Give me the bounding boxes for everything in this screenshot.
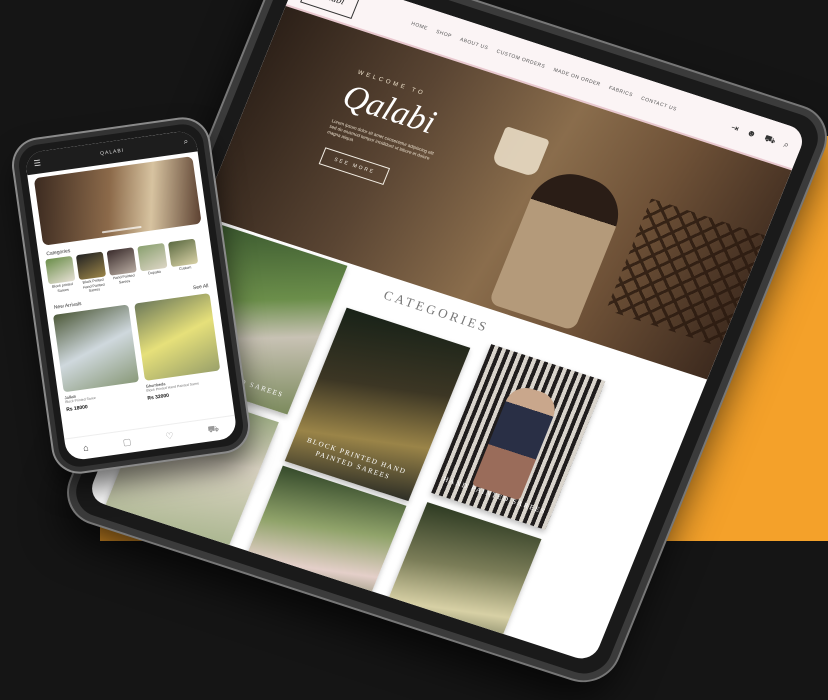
phone-screen: ☰ QALABI ⌕ Categories Block printed Sare…: [24, 129, 238, 462]
login-icon[interactable]: ⇥: [729, 122, 741, 135]
category-item[interactable]: Hand Painted Sarees: [106, 247, 139, 290]
hero-lamp-image: [491, 126, 550, 178]
category-image: [75, 251, 107, 281]
product-card[interactable]: Jalilah Block Printed Saree Rs 18000: [52, 303, 142, 413]
category-image: [45, 255, 76, 285]
menu-item-shop[interactable]: SHOP: [435, 29, 453, 40]
category-image: [167, 238, 199, 268]
see-all-link[interactable]: See All: [193, 283, 209, 291]
home-icon[interactable]: ⌂: [82, 442, 89, 453]
menu-item-about[interactable]: ABOUT US: [459, 37, 489, 52]
hero-lattice-image: [606, 198, 766, 348]
menu-item-custom-orders[interactable]: CUSTOM ORDERS: [495, 49, 546, 70]
search-icon[interactable]: ⌕: [781, 139, 791, 152]
cart-icon[interactable]: ⛟: [762, 133, 778, 148]
heart-icon[interactable]: ♡: [165, 430, 175, 442]
menu-item-fabrics[interactable]: FABRICS: [608, 85, 634, 98]
category-label: Block Printed Hand Painted Sarees: [82, 277, 105, 293]
category-item[interactable]: Dupatta: [137, 242, 169, 286]
user-icon[interactable]: ☻: [744, 127, 758, 141]
carousel-indicator: [101, 225, 142, 234]
menu-item-contact[interactable]: CONTACT US: [640, 96, 677, 113]
category-card-image[interactable]: [378, 502, 542, 660]
model-figure: [471, 382, 561, 501]
category-item[interactable]: Block printed Sarees: [45, 255, 77, 299]
search-bag-icon[interactable]: ⌕: [183, 137, 189, 148]
product-image: [52, 303, 140, 392]
hamburger-icon[interactable]: ☰: [33, 158, 41, 168]
product-card[interactable]: Ghumbeda Block Printed Hand Painted Sare…: [134, 292, 223, 401]
tablet-nav-icons: ⇥ ☻ ⛟ ⌕: [729, 122, 791, 152]
cart-icon[interactable]: ⛟: [207, 423, 220, 436]
category-item[interactable]: Block Printed Hand Painted Sarees: [75, 251, 108, 295]
category-image: [106, 247, 137, 276]
category-item[interactable]: Custom: [167, 238, 200, 282]
phone-logo[interactable]: QALABI: [100, 148, 125, 157]
product-image: [134, 292, 221, 381]
see-more-button[interactable]: SEE MORE: [318, 147, 391, 185]
menu-item-home[interactable]: HOME: [410, 21, 428, 32]
menu-item-made-on-order[interactable]: MADE ON ORDER: [552, 67, 601, 88]
bag-icon[interactable]: ▢: [122, 436, 132, 448]
category-image: [137, 242, 168, 272]
